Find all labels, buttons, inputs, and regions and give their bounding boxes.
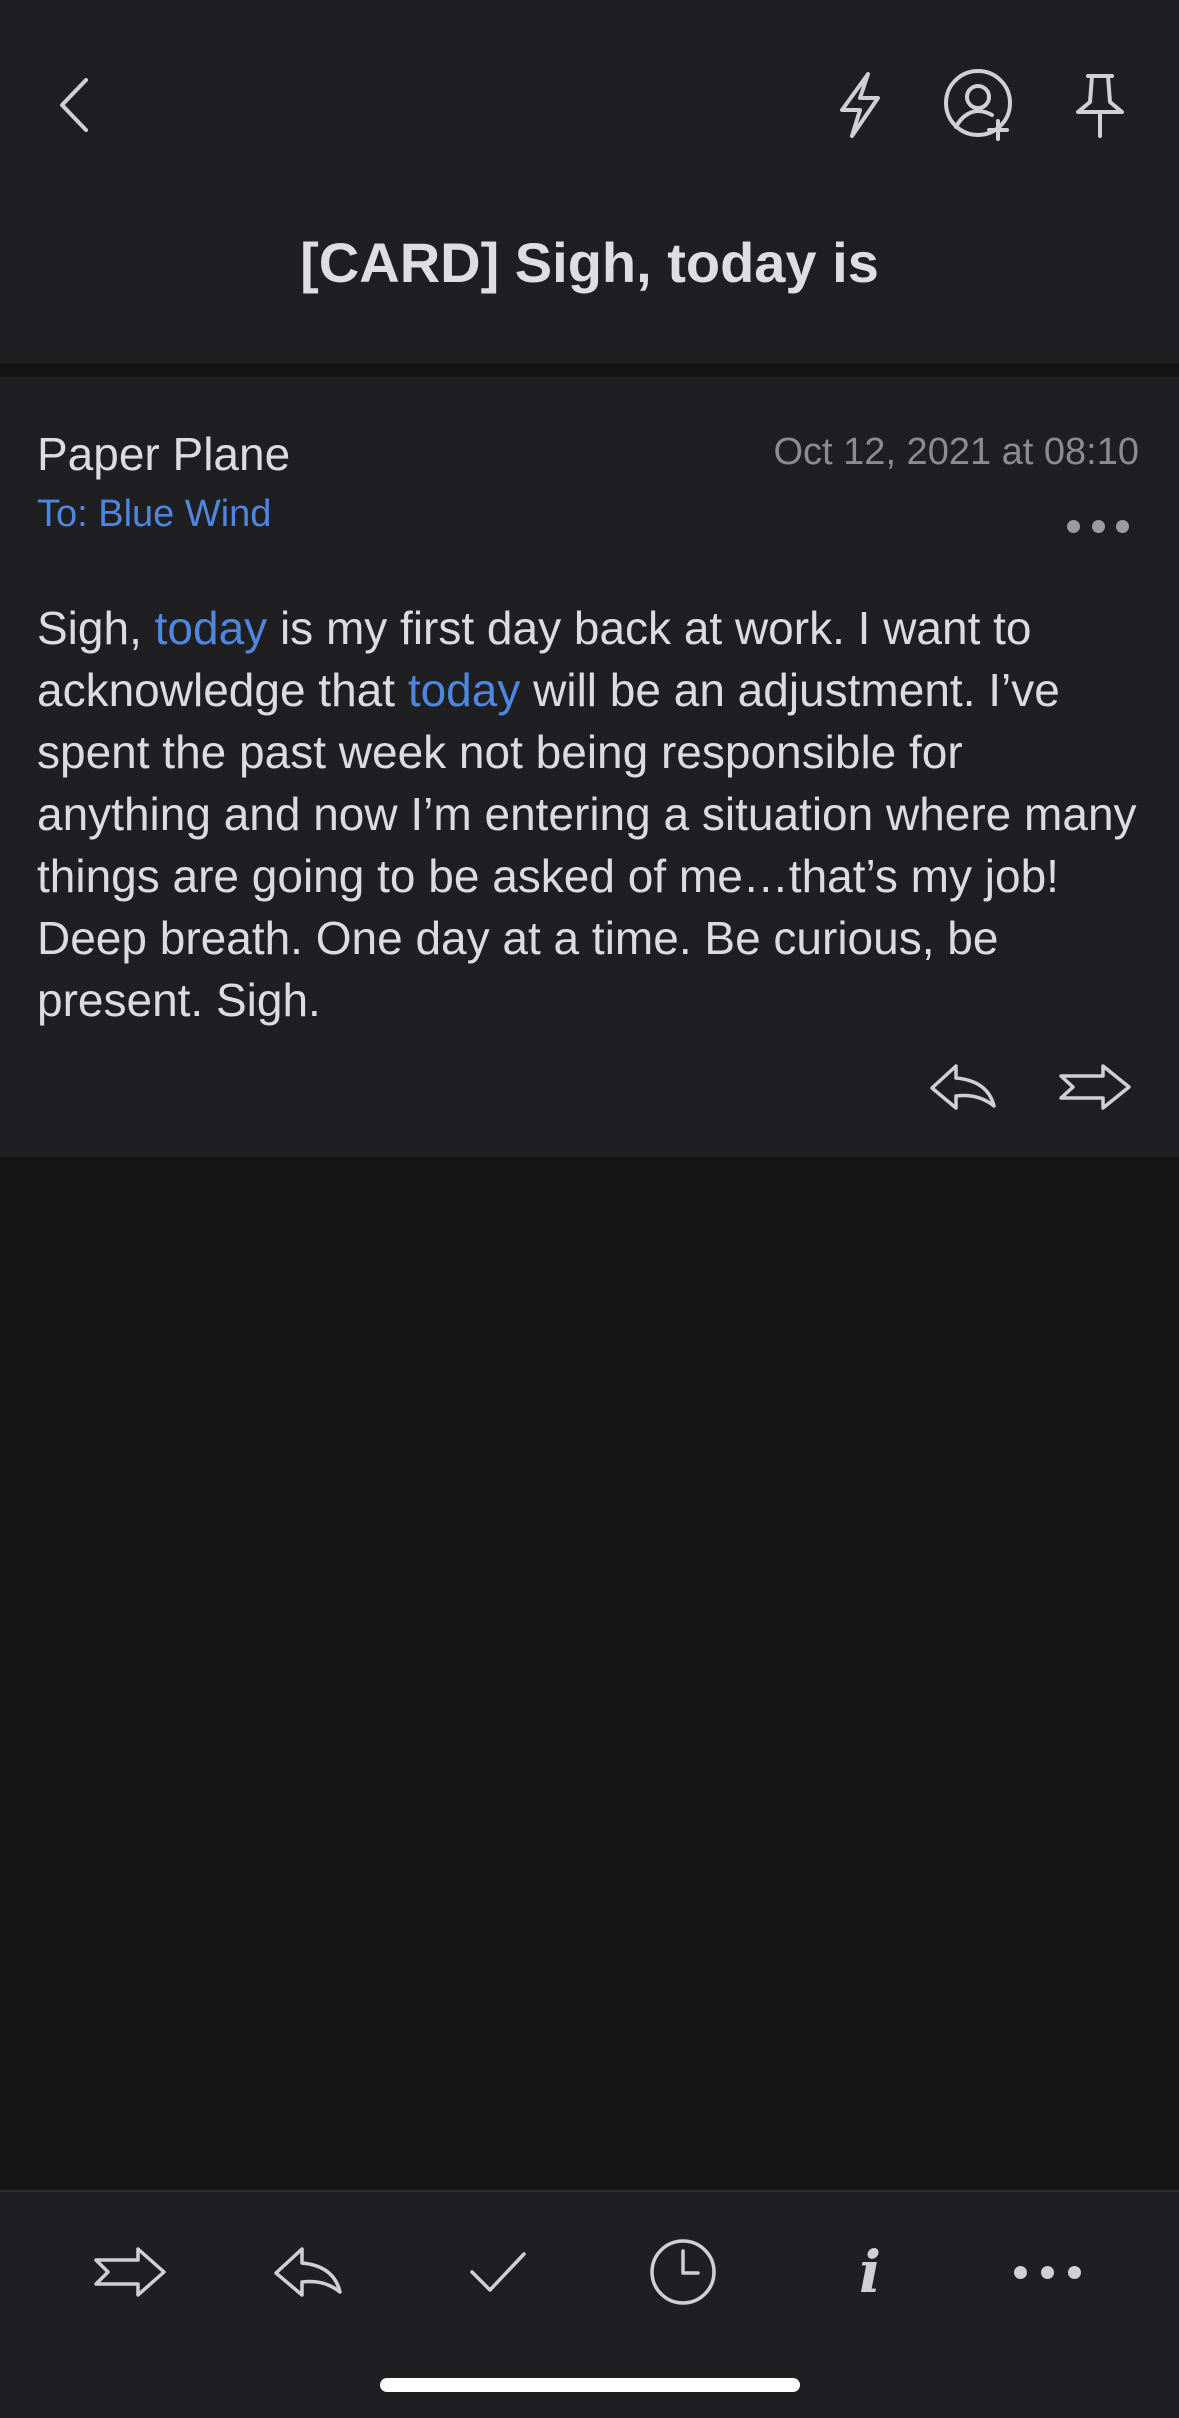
toolbar-reply-button[interactable] <box>258 2222 358 2322</box>
message-card: Paper Plane Oct 12, 2021 at 08:10 To: Bl… <box>0 377 1179 1157</box>
add-contact-icon <box>944 69 1012 141</box>
info-icon: i <box>858 2238 882 2306</box>
clock-icon <box>650 2239 716 2305</box>
message-more-button[interactable] <box>1067 515 1129 537</box>
forward-button[interactable] <box>1050 1052 1140 1122</box>
back-button[interactable] <box>30 60 120 150</box>
reply-button[interactable] <box>918 1052 1008 1122</box>
sender-name[interactable]: Paper Plane <box>37 427 290 481</box>
recipient[interactable]: To: Blue Wind <box>37 493 271 536</box>
forward-icon <box>1059 1064 1131 1110</box>
reply-icon <box>930 1064 996 1110</box>
page-title: [CARD] Sigh, today is <box>300 231 879 294</box>
body-text: Sigh, <box>37 602 155 654</box>
checkmark-icon <box>470 2252 526 2292</box>
top-navigation-bar: [CARD] Sigh, today is <box>0 0 1179 363</box>
lightning-bolt-icon <box>840 72 880 138</box>
back-chevron-icon <box>60 78 88 132</box>
pin-icon <box>1076 74 1124 138</box>
toolbar-more-button[interactable] <box>997 2222 1097 2322</box>
reply-icon <box>274 2247 342 2297</box>
home-indicator[interactable] <box>380 2378 800 2392</box>
dot-icon <box>1116 519 1129 533</box>
pin-button[interactable] <box>1055 60 1145 150</box>
add-contact-button[interactable] <box>935 60 1025 150</box>
toolbar-info-button[interactable]: i <box>820 2222 920 2322</box>
forward-icon <box>94 2247 166 2297</box>
toolbar-done-button[interactable] <box>448 2222 548 2322</box>
toolbar-snooze-button[interactable] <box>633 2222 733 2322</box>
highlighted-term[interactable]: today <box>408 664 521 716</box>
quick-action-button[interactable] <box>815 60 905 150</box>
highlighted-term[interactable]: today <box>155 602 268 654</box>
message-body: Sigh, today is my first day back at work… <box>37 597 1147 1031</box>
divider <box>0 363 1179 377</box>
message-date: Oct 12, 2021 at 08:10 <box>773 431 1140 473</box>
body-text: will be an adjustment. I’ve spent the pa… <box>37 664 1137 1026</box>
dot-icon <box>1067 519 1080 533</box>
dot-icon <box>1091 519 1105 533</box>
more-icon <box>1013 2265 1081 2279</box>
toolbar-forward-button[interactable] <box>80 2222 180 2322</box>
